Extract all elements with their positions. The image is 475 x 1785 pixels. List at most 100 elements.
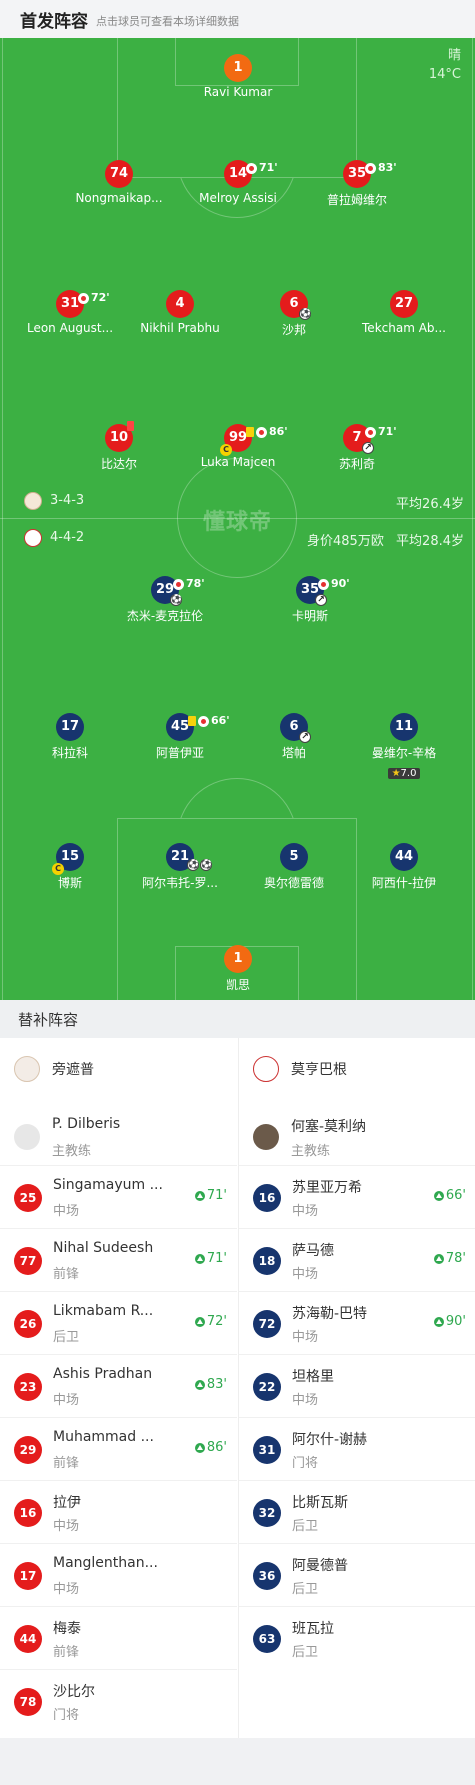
sub-in-indicator: 66' (433, 1188, 466, 1203)
sub-player-row[interactable]: 18 萨马德 中场 78' (239, 1228, 475, 1291)
player-marker[interactable]: 7 71' ↗ 苏利奇 (302, 424, 412, 472)
player-marker[interactable]: 17 科拉科 (15, 713, 125, 761)
sub-out-minute: 83' (378, 161, 397, 174)
sub-in-arrow-icon (433, 1253, 444, 1264)
player-marker[interactable]: 35 83' 普拉姆维尔 (302, 160, 412, 208)
jersey-number: 45 66' (166, 713, 230, 741)
player-marker[interactable]: 1 Ravi Kumar (183, 54, 293, 99)
away-subs-team-name: 莫亨巴根 (291, 1062, 347, 1078)
sub-player-position: 中场 (53, 1519, 80, 1534)
sub-player-row[interactable]: 25 Singamayum ... 中场 71' (0, 1165, 237, 1228)
sub-player-position: 前锋 (53, 1645, 80, 1660)
sub-player-row[interactable]: 31 阿尔什-谢赫 门将 (239, 1417, 475, 1480)
sub-in-indicator: 78' (433, 1251, 466, 1266)
player-rating: 7.0 (400, 768, 417, 779)
sub-player-name: Ashis Pradhan (53, 1366, 153, 1382)
away-team-summary: 4-4-2 身价485万欧 平均28.4岁 (24, 529, 464, 549)
sub-out-icon (256, 426, 267, 438)
sub-player-row[interactable]: 23 Ashis Pradhan 中场 83' (0, 1354, 237, 1417)
jersey-number: 7 71' ↗ (343, 424, 397, 454)
red-card-icon (127, 421, 134, 431)
player-marker[interactable]: 45 66' 阿普伊亚 (125, 713, 235, 761)
sub-jersey-number: 44 (14, 1625, 42, 1653)
player-marker[interactable]: 99 86' C Luka Majcen (183, 424, 293, 469)
sub-in-minute: 90' (445, 1314, 466, 1329)
sub-player-name: 班瓦拉 (292, 1621, 334, 1637)
sub-jersey-number: 63 (253, 1625, 281, 1653)
sub-player-name: Likmabam R... (53, 1303, 154, 1319)
home-subs-team[interactable]: 旁遮普 (14, 1056, 94, 1082)
sub-player-row[interactable]: 77 Nihal Sudeesh 前锋 71' (0, 1228, 237, 1291)
player-marker[interactable]: 74 Nongmaikap... (64, 160, 174, 205)
jersey-number: 27 (390, 290, 418, 318)
sub-player-row[interactable]: 32 比斯瓦斯 后卫 (239, 1480, 475, 1543)
sub-player-row[interactable]: 29 Muhammad ... 前锋 86' (0, 1417, 237, 1480)
player-marker[interactable]: 31 72' Leon August... (15, 290, 125, 335)
away-subs-team[interactable]: 莫亨巴根 (253, 1056, 347, 1082)
player-marker[interactable]: 4 Nikhil Prabhu (125, 290, 235, 335)
player-marker[interactable]: 27 Tekcham Ab... (349, 290, 459, 335)
player-marker[interactable]: 1 凯思 (183, 945, 293, 993)
player-marker[interactable]: 35 90' ↗ 卡明斯 (255, 576, 365, 624)
sub-player-row[interactable]: 17 Manglenthan... 中场 (0, 1543, 237, 1606)
player-marker[interactable]: 15 C 博斯 (15, 843, 125, 891)
jersey-number: 14 71' (224, 160, 278, 188)
sub-player-row[interactable]: 22 坦格里 中场 (239, 1354, 475, 1417)
sub-player-row[interactable]: 72 苏海勒-巴特 中场 90' (239, 1291, 475, 1354)
sub-player-position: 前锋 (53, 1267, 80, 1282)
sub-player-row[interactable]: 26 Likmabam R... 后卫 72' (0, 1291, 237, 1354)
sub-player-position: 中场 (292, 1393, 319, 1408)
lineup-header: 首发阵容 点击球员可查看本场详细数据 (0, 0, 475, 38)
yellow-card-icon (188, 716, 196, 726)
player-name: 普拉姆维尔 (326, 193, 387, 207)
home-team-summary: 3-4-3 平均26.4岁 (24, 492, 464, 512)
sub-jersey-number: 23 (14, 1373, 42, 1401)
player-marker[interactable]: 14 71' Melroy Assisi (183, 160, 293, 205)
sub-jersey-number: 25 (14, 1184, 42, 1212)
sub-in-minute: 83' (206, 1377, 227, 1392)
sub-player-row[interactable]: 36 阿曼德普 后卫 (239, 1543, 475, 1606)
player-marker[interactable]: 6 ↗ 塔帕 (239, 713, 349, 761)
sub-out-indicator: 72' (78, 284, 110, 312)
player-marker[interactable]: 29 78' ⚽ 杰米-麦克拉伦 (110, 576, 220, 624)
sub-out-indicator: 66' (188, 707, 230, 735)
jersey-number: 6 ⚽ (280, 290, 311, 320)
sub-out-minute: 72' (91, 291, 110, 304)
player-marker[interactable]: 10 比达尔 (64, 421, 174, 472)
jersey-number: 6 ↗ (280, 713, 311, 743)
sub-in-indicator: 83' (194, 1377, 227, 1392)
sub-out-indicator: 71' (246, 154, 278, 182)
player-marker[interactable]: 11 曼维尔-辛格 ★7.0 (349, 713, 459, 780)
sub-in-indicator: 71' (194, 1188, 227, 1203)
sub-out-icon (198, 715, 209, 727)
sub-in-minute: 78' (445, 1251, 466, 1266)
sub-player-position: 门将 (53, 1708, 80, 1723)
sub-player-row[interactable]: 78 沙比尔 门将 (0, 1669, 237, 1732)
sub-out-minute: 86' (269, 425, 288, 438)
jersey-number: 35 90' ↗ (296, 576, 350, 606)
sub-jersey-number: 16 (14, 1499, 42, 1527)
player-marker[interactable]: 44 阿西什-拉伊 (349, 843, 459, 891)
player-name: 杰米-麦克拉伦 (126, 609, 204, 623)
sub-out-minute: 71' (378, 425, 397, 438)
sub-player-row[interactable]: 44 梅泰 前锋 (0, 1606, 237, 1669)
sub-in-minute: 86' (206, 1440, 227, 1455)
weather-condition: 晴 (447, 48, 461, 63)
sub-player-row[interactable]: 63 班瓦拉 后卫 (239, 1606, 475, 1669)
home-team-logo-small (14, 1056, 40, 1082)
player-name: 曼维尔-辛格 (371, 746, 437, 760)
sub-player-position: 门将 (292, 1456, 319, 1471)
sub-player-row[interactable]: 16 拉伊 中场 (0, 1480, 237, 1543)
sub-in-indicator: 90' (433, 1314, 466, 1329)
sub-player-position: 中场 (292, 1267, 319, 1282)
home-formation: 3-4-3 (50, 493, 85, 508)
player-marker[interactable]: 5 奥尔德雷德 (239, 843, 349, 891)
away-formation: 4-4-2 (50, 530, 85, 545)
sub-player-row[interactable]: 16 苏里亚万希 中场 66' (239, 1165, 475, 1228)
player-name: 卡明斯 (291, 609, 328, 623)
weather-info: 晴 14°C (429, 46, 461, 84)
player-name: 阿尔韦托-罗... (142, 876, 218, 890)
player-marker[interactable]: 21 ⚽ ⚽ 阿尔韦托-罗... (125, 843, 235, 891)
player-marker[interactable]: 6 ⚽ 沙邦 (239, 290, 349, 338)
coach-name: 何塞-莫利纳 (291, 1119, 367, 1135)
